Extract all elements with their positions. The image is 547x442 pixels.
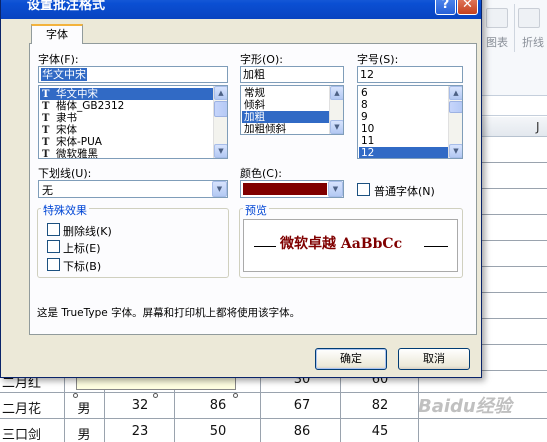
font-listbox[interactable]: T 华文中宋 T 楷体_GB2312 T 隶书 T 宋体 T 宋体-PUA T 微软雅黑 ▲…	[38, 85, 228, 159]
size-input[interactable]: 12	[357, 66, 463, 83]
superscript-checkbox[interactable]	[47, 240, 60, 253]
list-item[interactable]: 倾斜	[242, 99, 329, 111]
dialog-title: 设置批注格式	[27, 0, 106, 13]
list-item[interactable]: T 微软雅黑	[40, 148, 213, 159]
list-item[interactable]: 加粗	[242, 111, 329, 123]
scroll-up-icon[interactable]: ▲	[330, 86, 343, 100]
cell-value[interactable]: 86	[282, 424, 322, 439]
normal-font-label: 普通字体(N)	[374, 185, 435, 198]
list-item[interactable]: T 宋体	[40, 124, 213, 136]
font-name-value: 华文中宋	[41, 68, 87, 81]
line-chart-icon[interactable]	[518, 8, 540, 28]
cell-name[interactable]: 三口剑	[2, 424, 41, 442]
list-item[interactable]: 8	[359, 99, 448, 111]
list-item[interactable]: T 楷体_GB2312	[40, 100, 213, 112]
list-item[interactable]: T 华文中宋	[40, 88, 213, 100]
ribbon-chart-label[interactable]: 图表	[486, 34, 508, 50]
scroll-down-icon[interactable]: ▼	[214, 144, 227, 158]
dialog-titlebar[interactable]: 设置批注格式 ? ✕	[1, 0, 481, 19]
font-item-label: 宋体-PUA	[56, 136, 102, 148]
truetype-icon: T	[42, 149, 50, 159]
subscript-label: 下标(B)	[63, 260, 102, 273]
cell-value[interactable]: 50	[198, 424, 238, 439]
close-button[interactable]: ✕	[457, 0, 478, 15]
color-select[interactable]: ▼	[240, 180, 344, 198]
font-item-label: 华文中宋	[56, 88, 98, 100]
cell-value[interactable]: 86	[198, 398, 238, 413]
font-item-label: 宋体	[56, 124, 77, 136]
tab-font[interactable]: 字体	[31, 24, 83, 44]
column-header-j[interactable]: J	[536, 120, 540, 134]
color-label: 颜色(C):	[240, 167, 282, 180]
help-icon: ?	[441, 0, 450, 12]
list-item[interactable]: T 宋体-PUA	[40, 136, 213, 148]
cancel-button[interactable]: 取消	[398, 348, 470, 370]
style-label: 字形(O):	[240, 53, 283, 66]
scroll-thumb[interactable]	[449, 101, 462, 113]
preview-box: 微软卓越 AaBbCc	[243, 219, 458, 272]
list-item[interactable]: 10	[359, 123, 448, 135]
underline-select[interactable]: 无 ▼	[38, 180, 228, 198]
font-list-scrollbar[interactable]: ▲ ▼	[213, 86, 227, 158]
format-comment-dialog: 设置批注格式 ? ✕ 字体 字体(F): 华文中宋 T 华文中宋 T 楷体_GB23…	[0, 0, 482, 378]
cell-value[interactable]: 32	[120, 398, 160, 413]
scroll-up-icon[interactable]: ▲	[214, 86, 227, 100]
cell-name[interactable]: 二月花	[2, 398, 41, 417]
font-info-text: 这是 TrueType 字体。屏幕和打印机上都将使用该字体。	[37, 307, 301, 319]
underline-value: 无	[42, 184, 53, 197]
list-item[interactable]: 12	[359, 147, 448, 158]
watermark: Baidu经验	[418, 396, 512, 417]
cell-value[interactable]: 45	[360, 424, 400, 439]
effects-title: 特殊效果	[41, 202, 89, 218]
chevron-down-icon[interactable]: ▼	[328, 181, 343, 197]
resize-handle[interactable]	[233, 393, 238, 398]
list-item[interactable]: 加粗倾斜	[242, 123, 329, 134]
preview-baseline	[254, 246, 276, 247]
style-listbox[interactable]: 常规 倾斜 加粗 加粗倾斜 ▲ ▼	[240, 85, 344, 135]
preview-baseline	[424, 246, 448, 247]
chart-icon[interactable]	[486, 8, 508, 28]
normal-font-checkbox[interactable]	[357, 183, 370, 196]
ribbon-separator	[514, 4, 515, 52]
font-item-label: 微软雅黑	[56, 148, 98, 159]
close-icon: ✕	[462, 0, 473, 12]
scroll-down-icon[interactable]: ▼	[449, 144, 462, 158]
list-item[interactable]: 9	[359, 111, 448, 123]
underline-label: 下划线(U):	[38, 167, 92, 180]
list-item[interactable]: 6	[359, 87, 448, 99]
resize-handle[interactable]	[73, 393, 78, 398]
ribbon-line-label[interactable]: 折线	[522, 34, 544, 50]
font-name-input[interactable]: 华文中宋	[38, 66, 228, 83]
size-listbox[interactable]: 6 8 9 10 11 12 ▲ ▼	[357, 85, 463, 159]
style-input[interactable]: 加粗	[240, 66, 344, 83]
resize-handle[interactable]	[153, 393, 158, 398]
help-button[interactable]: ?	[435, 0, 456, 15]
font-item-label: 隶书	[56, 112, 77, 124]
size-label: 字号(S):	[357, 53, 399, 66]
cell-gender[interactable]: 男	[66, 398, 102, 417]
scroll-up-icon[interactable]: ▲	[449, 86, 462, 100]
cell-value[interactable]: 67	[282, 398, 322, 413]
font-item-label: 楷体_GB2312	[56, 100, 125, 112]
font-label: 字体(F):	[38, 53, 79, 66]
list-item[interactable]: 11	[359, 135, 448, 147]
list-item[interactable]: T 隶书	[40, 112, 213, 124]
strikethrough-label: 删除线(K)	[63, 225, 112, 238]
scroll-thumb[interactable]	[214, 101, 227, 117]
cell-value[interactable]: 23	[120, 424, 160, 439]
style-list-scrollbar[interactable]: ▲ ▼	[329, 86, 343, 134]
subscript-checkbox[interactable]	[47, 258, 60, 271]
strikethrough-checkbox[interactable]	[47, 223, 60, 236]
cell-gender[interactable]: 男	[66, 424, 102, 442]
cell-value[interactable]: 82	[360, 398, 400, 413]
color-swatch	[243, 183, 327, 195]
preview-text: 微软卓越 AaBbCc	[280, 236, 403, 252]
superscript-label: 上标(E)	[63, 242, 101, 255]
scroll-down-icon[interactable]: ▼	[330, 120, 343, 134]
ok-button[interactable]: 确定	[315, 348, 387, 370]
chevron-down-icon[interactable]: ▼	[212, 181, 227, 197]
preview-title: 预览	[243, 202, 269, 218]
size-list-scrollbar[interactable]: ▲ ▼	[448, 86, 462, 158]
list-item[interactable]: 常规	[242, 87, 329, 99]
